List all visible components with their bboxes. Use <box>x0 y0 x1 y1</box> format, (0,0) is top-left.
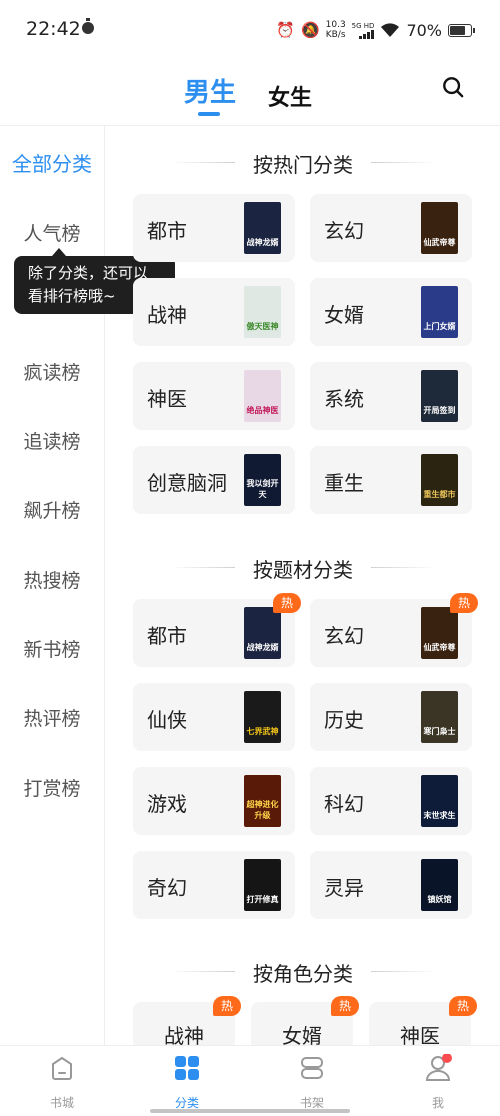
network-speed-value: 10.3 <box>325 20 346 30</box>
sidebar-item-popularity[interactable]: 人气榜 <box>0 219 104 246</box>
tab-female[interactable]: 女生 <box>268 80 312 112</box>
signal-icon: 5G HD <box>352 22 375 39</box>
book-cover: 上门女婿 <box>421 286 458 338</box>
battery-icon <box>448 23 475 37</box>
category-card-label: 仙侠 <box>147 708 187 732</box>
category-card-label: 系统 <box>324 387 364 411</box>
category-card[interactable]: 奇幻 打开修真 <box>133 851 295 919</box>
book-cover: 仙武帝尊 <box>421 607 458 659</box>
sidebar-item-tips[interactable]: 打赏榜 <box>0 774 104 801</box>
battery-percent: 70% <box>406 20 442 40</box>
category-card[interactable]: 都市 战神龙婿 <box>133 194 295 262</box>
sidebar-item-crazy-read[interactable]: 疯读榜 <box>0 358 104 385</box>
category-card[interactable]: 战神 傲天医神 <box>133 278 295 346</box>
category-card[interactable]: 游戏 超神进化升级 <box>133 767 295 835</box>
status-icons: ⏰ 🔕 10.3 KB/s 5G HD 70% <box>276 18 475 42</box>
stopwatch-icon <box>82 18 94 34</box>
role-card[interactable]: 女婿 热 <box>251 996 359 1050</box>
category-header: 男生 女生 <box>0 60 500 126</box>
book-cover: 七界武神 <box>244 691 281 743</box>
category-card-label: 创意脑洞 <box>147 471 227 495</box>
hot-badge: 热 <box>273 593 301 613</box>
alarm-icon: ⏰ <box>276 20 295 39</box>
book-cover: 绝品神医 <box>244 370 281 422</box>
tab-male[interactable]: 男生 <box>184 72 236 109</box>
category-card-label: 玄幻 <box>324 219 364 243</box>
category-card-label: 都市 <box>147 219 187 243</box>
profile-icon <box>425 1053 452 1081</box>
hot-badge: 热 <box>331 996 359 1016</box>
nav-profile[interactable]: 我 <box>398 1053 478 1111</box>
category-card[interactable]: 系统 开局签到 <box>310 362 472 430</box>
book-cover: 仙武帝尊 <box>421 202 458 254</box>
category-card[interactable]: 玄幻 仙武帝尊 热 <box>310 593 478 667</box>
category-card-label: 奇幻 <box>147 876 187 900</box>
book-cover: 战神龙婿 <box>244 607 281 659</box>
section-title-theme: 按题材分类 <box>118 554 488 583</box>
role-card[interactable]: 神医 热 <box>369 996 477 1050</box>
category-card[interactable]: 历史 寒门枭士 <box>310 683 472 751</box>
category-card-label: 战神 <box>147 303 187 327</box>
book-cover: 超神进化升级 <box>244 775 281 827</box>
nav-label: 我 <box>431 1096 444 1110</box>
category-card[interactable]: 女婿 上门女婿 <box>310 278 472 346</box>
section-title-role: 按角色分类 <box>118 958 488 987</box>
role-card[interactable]: 战神 热 <box>133 996 241 1050</box>
book-cover: 战神龙婿 <box>244 202 281 254</box>
hot-badge: 热 <box>450 593 478 613</box>
category-card-label: 重生 <box>324 471 364 495</box>
book-cover: 末世求生 <box>421 775 458 827</box>
wifi-icon <box>381 23 400 37</box>
hot-badge: 热 <box>449 996 477 1016</box>
category-icon <box>175 1056 199 1080</box>
network-speed: 10.3 KB/s <box>326 20 346 40</box>
network-speed-unit: KB/s <box>325 30 346 40</box>
category-card-label: 玄幻 <box>324 624 364 648</box>
sidebar-item-rising[interactable]: 飙升榜 <box>0 496 104 523</box>
nav-label: 书城 <box>49 1096 74 1110</box>
bottom-nav: 书城 分类 书架 我 <box>0 1045 500 1116</box>
active-tab-indicator <box>198 112 220 116</box>
category-card-label: 神医 <box>147 387 187 411</box>
category-card[interactable]: 仙侠 七界武神 <box>133 683 295 751</box>
bookstore-icon <box>52 1056 72 1080</box>
sidebar-item-all-categories[interactable]: 全部分类 <box>0 148 104 177</box>
nav-category[interactable]: 分类 <box>147 1054 227 1111</box>
category-card[interactable]: 都市 战神龙婿 热 <box>133 593 301 667</box>
category-card[interactable]: 科幻 末世求生 <box>310 767 472 835</box>
category-card[interactable]: 灵异 镇妖馆 <box>310 851 472 919</box>
sidebar-item-hot-comments[interactable]: 热评榜 <box>0 704 104 731</box>
mute-icon: 🔕 <box>300 20 320 39</box>
nav-bookshelf[interactable]: 书架 <box>272 1054 352 1111</box>
category-card[interactable]: 神医 绝品神医 <box>133 362 295 430</box>
category-card-label: 科幻 <box>324 792 364 816</box>
category-card-label: 都市 <box>147 624 187 648</box>
book-cover: 我以剑开天 <box>244 454 281 506</box>
bookshelf-icon <box>301 1057 323 1079</box>
category-card-label: 女婿 <box>324 303 364 327</box>
hot-badge: 热 <box>213 996 241 1016</box>
search-icon[interactable] <box>442 76 464 98</box>
status-bar: 22:42 ⏰ 🔕 10.3 KB/s 5G HD 70% <box>0 0 500 60</box>
book-cover: 傲天医神 <box>244 286 281 338</box>
book-cover: 镇妖馆 <box>421 859 458 911</box>
category-card-label: 灵异 <box>324 876 364 900</box>
sidebar-item-hot-search[interactable]: 热搜榜 <box>0 566 104 593</box>
book-cover: 打开修真 <box>244 859 281 911</box>
status-time: 22:42 <box>26 18 81 40</box>
nav-bookstore[interactable]: 书城 <box>22 1054 102 1111</box>
category-card-label: 游戏 <box>147 792 187 816</box>
home-indicator <box>150 1109 350 1113</box>
signal-label: 5G HD <box>351 21 375 30</box>
category-card-label: 历史 <box>324 708 364 732</box>
section-title-hot: 按热门分类 <box>118 149 488 178</box>
sidebar-item-new-books[interactable]: 新书榜 <box>0 635 104 662</box>
category-card[interactable]: 重生 重生都市 <box>310 446 472 514</box>
book-cover: 开局签到 <box>421 370 458 422</box>
book-cover: 寒门枭士 <box>421 691 458 743</box>
category-card[interactable]: 创意脑洞 我以剑开天 <box>133 446 295 514</box>
sidebar-item-follow-read[interactable]: 追读榜 <box>0 427 104 454</box>
category-card[interactable]: 玄幻 仙武帝尊 <box>310 194 472 262</box>
book-cover: 重生都市 <box>421 454 458 506</box>
